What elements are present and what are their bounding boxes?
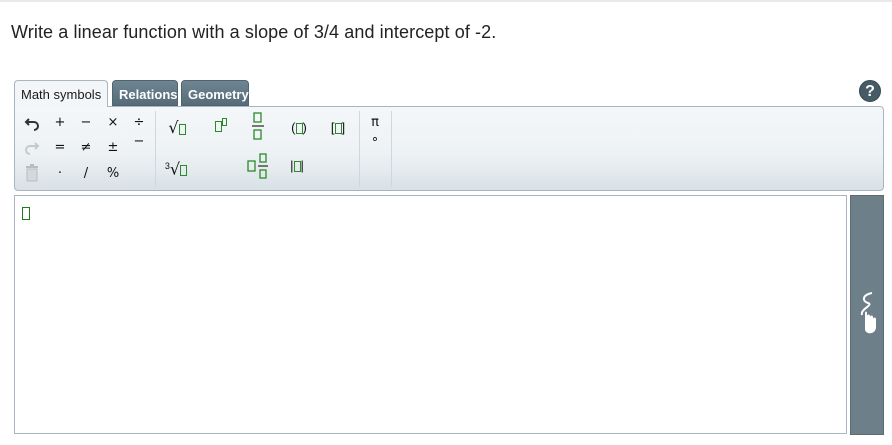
pi-button[interactable]: π (366, 114, 384, 132)
handwriting-toggle[interactable] (850, 195, 884, 435)
plus-button[interactable]: + (51, 114, 69, 132)
redo-icon[interactable] (23, 139, 41, 157)
toolbar-separator (155, 111, 156, 187)
tab-math-symbols[interactable]: Math symbols (14, 80, 108, 107)
placeholder-box (334, 123, 342, 135)
fraction-bar-button[interactable]: − (130, 133, 148, 151)
handwriting-icon (860, 292, 876, 334)
divide-button[interactable]: ÷ (130, 114, 148, 132)
placeholder-box (295, 123, 303, 135)
placeholder-box-small (222, 118, 227, 126)
plus-minus-button[interactable]: ± (104, 139, 122, 157)
percent-button[interactable]: % (104, 165, 122, 183)
toolbar-separator (391, 111, 392, 187)
undo-icon[interactable] (23, 115, 41, 133)
exponent-button[interactable] (211, 117, 231, 135)
absolute-value-button[interactable]: | | (287, 157, 307, 175)
input-placeholder-box[interactable] (22, 207, 30, 220)
bracket-right: ] (341, 120, 346, 135)
placeholder-box (178, 124, 186, 136)
equals-button[interactable]: = (51, 139, 69, 157)
degree-button[interactable]: ° (366, 135, 384, 153)
brackets-button[interactable]: [] (325, 119, 351, 137)
question-text: Write a linear function with a slope of … (11, 22, 497, 42)
placeholder-box (215, 121, 222, 133)
paren-right: ) (302, 120, 307, 135)
mixed-fraction-button[interactable] (247, 151, 271, 183)
tab-geometry[interactable]: Geometry (181, 80, 249, 106)
minus-button[interactable]: − (77, 114, 95, 132)
placeholder-box (180, 165, 188, 177)
help-icon[interactable]: ? (859, 80, 881, 102)
times-button[interactable]: × (104, 114, 122, 132)
slash-button[interactable]: / (77, 165, 95, 183)
parentheses-button[interactable]: () (287, 119, 311, 137)
top-divider (0, 0, 892, 2)
sqrt-button[interactable]: √ (165, 119, 189, 137)
abs-right: | (300, 158, 304, 173)
tab-relations[interactable]: Relations (112, 80, 178, 106)
cube-root-symbol: √ (169, 159, 181, 179)
fraction-button[interactable] (250, 111, 266, 143)
sqrt-symbol: √ (168, 118, 179, 137)
toolbar-separator (359, 111, 360, 187)
cube-root-button[interactable]: 3√ (163, 157, 189, 179)
answer-editor[interactable] (14, 195, 847, 434)
math-toolbar: + − × ÷ = ≠ ± − · / % √ 3√ () [] | | π ° (14, 106, 884, 191)
trash-icon[interactable] (23, 164, 41, 182)
dot-button[interactable]: · (51, 165, 69, 183)
not-equal-button[interactable]: ≠ (77, 139, 95, 157)
placeholder-box (293, 161, 301, 173)
